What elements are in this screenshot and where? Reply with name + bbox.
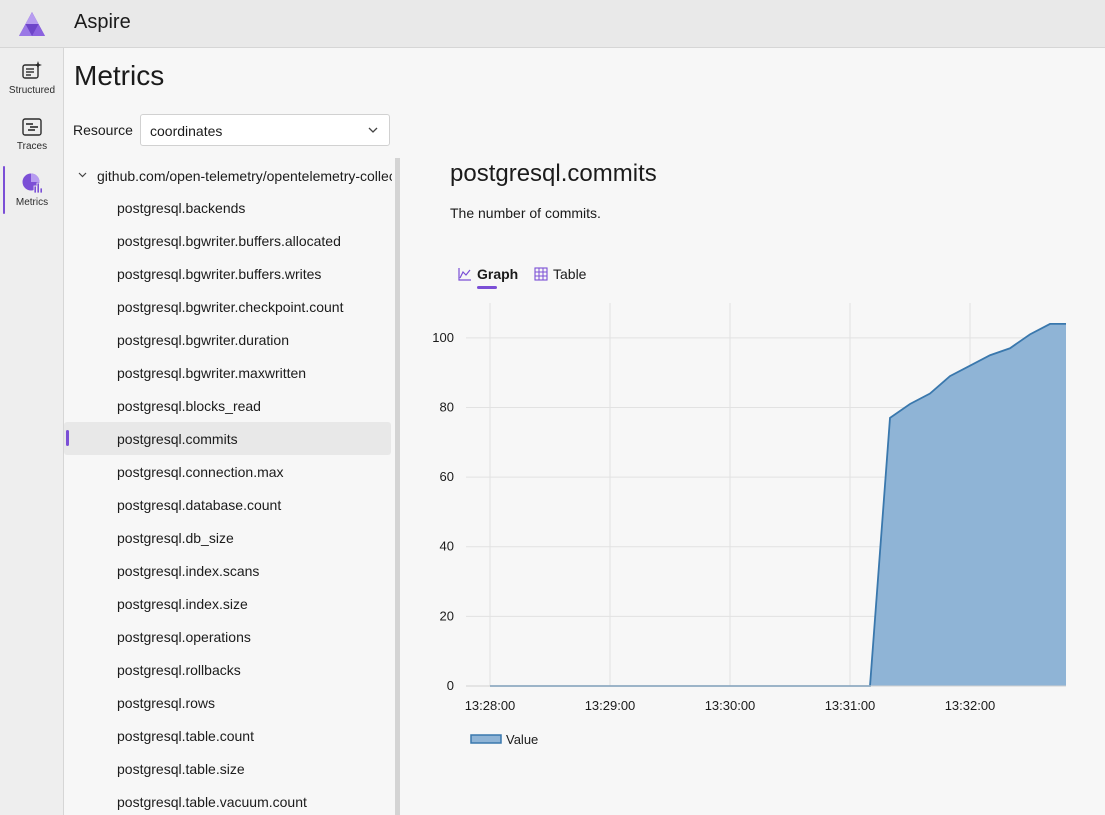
tree-item-label: postgresql.bgwriter.maxwritten	[117, 365, 307, 381]
tree-item-label: postgresql.commits	[117, 431, 238, 447]
y-tick-label: 0	[447, 678, 454, 693]
nav-label: Traces	[16, 141, 48, 152]
metrics-icon	[22, 173, 43, 194]
nav-traces[interactable]: Traces	[0, 110, 64, 162]
tree-item[interactable]: postgresql.connection.max	[64, 455, 391, 488]
tree-item[interactable]: postgresql.operations	[64, 620, 391, 653]
tree-item-label: postgresql.bgwriter.buffers.writes	[117, 266, 322, 282]
tree-item-label: postgresql.db_size	[117, 530, 234, 546]
tree-item[interactable]: postgresql.database.count	[64, 488, 391, 521]
tab-table[interactable]: Table	[534, 266, 594, 290]
side-nav: Structured Traces Metrics	[0, 48, 64, 815]
app-title: Aspire	[74, 11, 131, 33]
tree-item[interactable]: postgresql.index.size	[64, 587, 391, 620]
chevron-down-icon[interactable]	[77, 169, 88, 180]
metrics-tree: github.com/open-telemetry/opentelemetry-…	[64, 158, 396, 815]
tree-item[interactable]: postgresql.db_size	[64, 521, 391, 554]
table-icon	[534, 267, 548, 281]
tree-item[interactable]: postgresql.rollbacks	[64, 653, 391, 686]
y-tick-label: 80	[440, 399, 454, 414]
tab-graph-label: Graph	[477, 266, 519, 282]
tree-item-label: postgresql.bgwriter.buffers.allocated	[117, 233, 341, 249]
tab-active-indicator	[477, 286, 497, 289]
chevron-down-icon	[368, 127, 378, 133]
tree-item[interactable]: postgresql.table.size	[64, 752, 391, 785]
tree-item[interactable]: postgresql.backends	[64, 191, 391, 224]
legend-swatch	[470, 734, 502, 744]
tree-item-label: postgresql.table.count	[117, 728, 254, 744]
pane-splitter[interactable]	[395, 158, 400, 815]
y-tick-label: 20	[440, 608, 454, 623]
nav-label: Metrics	[15, 197, 49, 208]
tree-root-node[interactable]: github.com/open-telemetry/opentelemetry-…	[64, 158, 396, 191]
tree-item-label: postgresql.rows	[117, 695, 216, 711]
tree-item[interactable]: postgresql.bgwriter.duration	[64, 323, 391, 356]
tab-graph[interactable]: Graph	[458, 266, 522, 290]
tree-item-label: postgresql.backends	[117, 200, 246, 216]
top-bar: Aspire	[0, 0, 1105, 48]
legend-label: Value	[506, 732, 538, 747]
resource-select[interactable]: coordinates	[140, 114, 390, 146]
tree-item-label: postgresql.table.size	[117, 761, 245, 777]
tree-item[interactable]: postgresql.rows	[64, 686, 391, 719]
page-title: Metrics	[74, 60, 165, 91]
metric-description: The number of commits.	[450, 205, 601, 221]
x-tick-label: 13:31:00	[825, 698, 876, 713]
tree-item-label: postgresql.operations	[117, 629, 251, 645]
area-fill	[490, 323, 1066, 686]
tree-item-label: postgresql.index.scans	[117, 563, 260, 579]
metric-chart[interactable]: 0 20 40 60 80 100 13:28:00 13:29:00 13:30:00 13:3…	[410, 295, 1100, 765]
tree-item[interactable]: postgresql.index.scans	[64, 554, 391, 587]
tree-item[interactable]: postgresql.table.count	[64, 719, 391, 752]
x-tick-label: 13:29:00	[585, 698, 636, 713]
traces-icon	[22, 118, 42, 136]
tree-item-label: postgresql.database.count	[117, 497, 282, 513]
resource-selected-value: coordinates	[150, 123, 223, 139]
chart-area-icon	[458, 268, 471, 281]
tree-item[interactable]: postgresql.commits	[64, 422, 391, 455]
tree-item-label: postgresql.table.vacuum.count	[117, 794, 307, 810]
tree-item-label: postgresql.bgwriter.checkpoint.count	[117, 299, 344, 315]
metric-title: postgresql.commits	[450, 160, 657, 187]
tab-table-label: Table	[553, 266, 587, 282]
tree-item-label: postgresql.blocks_read	[117, 398, 261, 414]
tree-item[interactable]: postgresql.table.vacuum.count	[64, 785, 391, 815]
y-tick-label: 60	[440, 469, 454, 484]
tree-item[interactable]: postgresql.blocks_read	[64, 389, 391, 422]
structured-logs-icon	[22, 61, 42, 79]
nav-label: Structured	[8, 85, 56, 96]
tree-root-label: github.com/open-telemetry/opentelemetry-…	[97, 168, 392, 184]
tree-item[interactable]: postgresql.bgwriter.buffers.writes	[64, 257, 391, 290]
nav-structured[interactable]: Structured	[0, 54, 64, 106]
tree-item[interactable]: postgresql.bgwriter.maxwritten	[64, 356, 391, 389]
tree-item-label: postgresql.connection.max	[117, 464, 284, 480]
nav-metrics[interactable]: Metrics	[0, 166, 64, 218]
y-tick-label: 40	[440, 539, 454, 554]
tree-item[interactable]: postgresql.bgwriter.buffers.allocated	[64, 224, 391, 257]
x-tick-label: 13:32:00	[945, 698, 996, 713]
resource-label: Resource	[73, 122, 133, 138]
y-tick-label: 100	[432, 330, 454, 345]
tree-item-label: postgresql.index.size	[117, 596, 248, 612]
tree-item-label: postgresql.bgwriter.duration	[117, 332, 289, 348]
x-tick-label: 13:28:00	[465, 698, 516, 713]
tree-item[interactable]: postgresql.bgwriter.checkpoint.count	[64, 290, 391, 323]
aspire-logo-icon[interactable]	[18, 11, 46, 37]
x-tick-label: 13:30:00	[705, 698, 756, 713]
tree-item-label: postgresql.rollbacks	[117, 662, 241, 678]
